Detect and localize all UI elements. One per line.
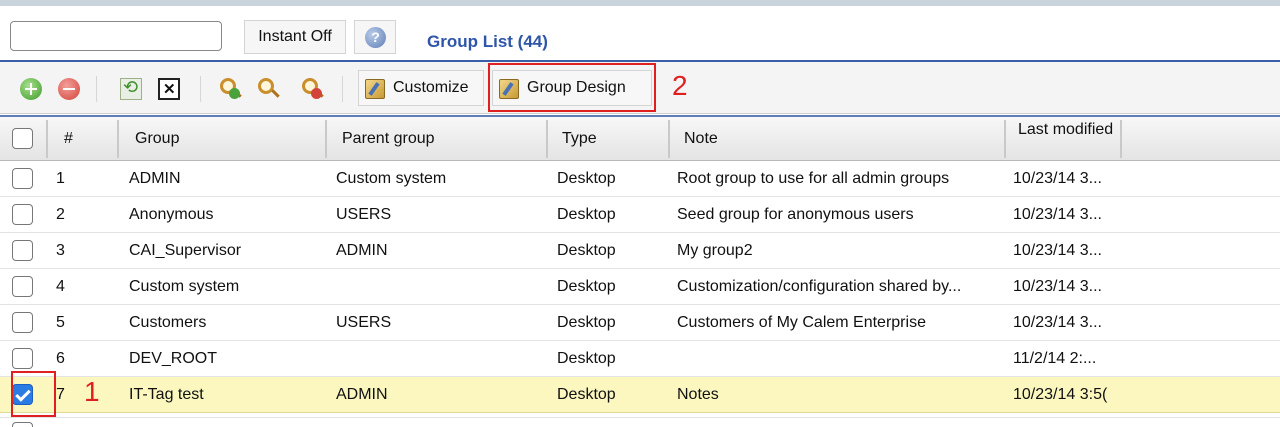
row-group: DEV_ROOT (129, 350, 218, 367)
refresh-icon[interactable] (120, 77, 142, 100)
row-group: CAI_Supervisor (129, 242, 242, 259)
row-note: Customers of My Calem Enterprise (677, 314, 926, 331)
row-type: Desktop (557, 314, 616, 331)
row-last-modified: 10/23/14 3:5( (1013, 386, 1108, 403)
grid-header: # Group Parent group Type Note Last modi… (0, 115, 1280, 161)
row-parent-group: USERS (336, 206, 392, 223)
help-button[interactable]: ? (354, 20, 396, 54)
highlight-box-group-design (488, 63, 656, 112)
row-parent-group: ADMIN (336, 242, 388, 259)
row-parent-group: ADMIN (336, 386, 388, 403)
row-group: Anonymous (129, 206, 214, 223)
row-checkbox[interactable] (12, 240, 33, 261)
row-note: Notes (677, 386, 719, 403)
row-note: Customization/configuration shared by... (677, 278, 962, 295)
toolbar-divider (200, 76, 201, 102)
table-row-partial (0, 417, 1280, 427)
search-input[interactable] (10, 21, 222, 51)
row-last-modified: 10/23/14 3... (1013, 242, 1102, 259)
customize-label: Customize (393, 79, 469, 96)
row-type: Desktop (557, 170, 616, 187)
row-type: Desktop (557, 242, 616, 259)
top-bar: Instant Off ? Group List (44) (0, 0, 1280, 62)
column-header-parent-group[interactable]: Parent group (342, 130, 435, 148)
row-number: 7 (56, 386, 65, 403)
clear-icon[interactable] (158, 78, 180, 100)
row-group: IT-Tag test (129, 386, 204, 403)
table-row[interactable]: 4 Custom system Desktop Customization/co… (0, 269, 1280, 305)
toolbar-divider (342, 76, 343, 102)
row-checkbox[interactable] (12, 276, 33, 297)
table-row[interactable]: 6 DEV_ROOT Desktop 11/2/14 2:... (0, 341, 1280, 377)
toolbar-divider (96, 76, 97, 102)
row-group: Custom system (129, 278, 240, 295)
zoom-in-icon[interactable] (220, 78, 242, 100)
highlight-box-checkbox (11, 371, 56, 417)
select-all-checkbox[interactable] (12, 128, 33, 149)
customize-button[interactable]: Customize (358, 70, 484, 106)
row-checkbox[interactable] (12, 422, 33, 427)
row-note: My group2 (677, 242, 753, 259)
search-icon[interactable] (258, 78, 280, 100)
row-number: 6 (56, 350, 65, 367)
instant-toggle-button[interactable]: Instant Off (244, 20, 346, 54)
row-parent-group: USERS (336, 314, 392, 331)
row-checkbox[interactable] (12, 348, 33, 369)
row-type: Desktop (557, 386, 616, 403)
column-header-number[interactable]: # (64, 130, 73, 148)
add-icon[interactable] (20, 78, 42, 100)
row-note: Root group to use for all admin groups (677, 170, 950, 187)
table-row[interactable]: 1 ADMIN Custom system Desktop Root group… (0, 161, 1280, 197)
row-checkbox[interactable] (12, 168, 33, 189)
column-header-type[interactable]: Type (562, 130, 597, 148)
table-row[interactable]: 5 Customers USERS Desktop Customers of M… (0, 305, 1280, 341)
table-row-selected[interactable]: 7 IT-Tag test ADMIN Desktop Notes 10/23/… (0, 377, 1280, 413)
delete-icon[interactable] (58, 78, 80, 100)
row-group: Customers (129, 314, 207, 331)
row-last-modified: 10/23/14 3... (1013, 278, 1102, 295)
row-last-modified: 10/23/14 3... (1013, 170, 1102, 187)
customize-icon (365, 79, 385, 99)
row-type: Desktop (557, 278, 616, 295)
row-last-modified: 11/2/14 2:... (1013, 350, 1097, 367)
row-group: ADMIN (129, 170, 181, 187)
column-header-group[interactable]: Group (135, 130, 179, 148)
table-row[interactable]: 2 Anonymous USERS Desktop Seed group for… (0, 197, 1280, 233)
page-title: Group List (44) (427, 32, 548, 51)
column-header-last-modified[interactable]: Last modified (1018, 120, 1113, 139)
row-parent-group: Custom system (336, 170, 447, 187)
row-number: 3 (56, 242, 65, 259)
table-row[interactable]: 3 CAI_Supervisor ADMIN Desktop My group2… (0, 233, 1280, 269)
row-number: 4 (56, 278, 65, 295)
row-checkbox[interactable] (12, 204, 33, 225)
row-number: 5 (56, 314, 65, 331)
annotation-number-1: 1 (84, 376, 100, 407)
row-type: Desktop (557, 350, 616, 367)
row-last-modified: 10/23/14 3... (1013, 206, 1102, 223)
row-type: Desktop (557, 206, 616, 223)
row-last-modified: 10/23/14 3... (1013, 314, 1102, 331)
row-number: 2 (56, 206, 65, 223)
zoom-out-icon[interactable] (302, 78, 324, 100)
row-checkbox[interactable] (12, 312, 33, 333)
annotation-number-2: 2 (672, 70, 688, 101)
row-note: Seed group for anonymous users (677, 206, 914, 223)
column-header-note[interactable]: Note (684, 130, 718, 148)
row-number: 1 (56, 170, 65, 187)
help-icon: ? (365, 27, 386, 48)
